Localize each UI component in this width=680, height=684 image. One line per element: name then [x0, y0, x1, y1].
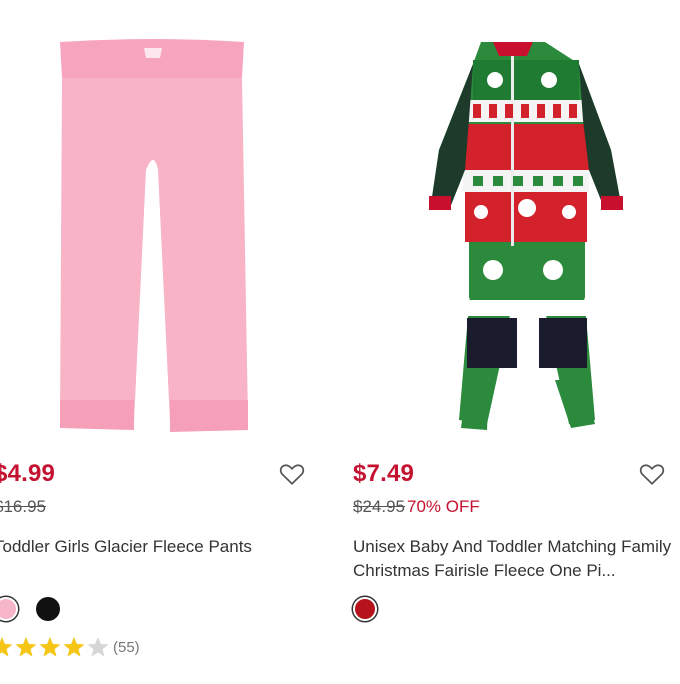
review-count[interactable]: (55)	[113, 639, 140, 656]
star-empty-icon	[87, 637, 109, 657]
original-price: $24.95	[353, 497, 405, 516]
onesie-illustration	[429, 42, 623, 430]
product-name[interactable]: Unisex Baby And Toddler Matching Family …	[353, 535, 680, 583]
heart-outline-icon[interactable]	[639, 462, 665, 486]
heart-outline-icon[interactable]	[279, 462, 305, 486]
swatch-red[interactable]	[353, 597, 377, 621]
discount-label: 70% OFF	[407, 497, 480, 516]
star-rating: (55)	[0, 636, 140, 660]
star-icon	[0, 637, 13, 657]
product-name[interactable]: Toddler Girls Glacier Fleece Pants	[0, 535, 252, 559]
original-price: $16.95	[0, 497, 46, 516]
swatch-pink[interactable]	[0, 597, 18, 621]
product-card[interactable]: $7.49 $24.95 70% OFF Unisex Baby And Todd…	[353, 0, 680, 684]
star-icon	[39, 637, 61, 657]
sale-price: $7.49	[353, 460, 415, 487]
sale-price: $4.99	[0, 460, 56, 487]
swatch-black[interactable]	[36, 597, 60, 621]
star-icon	[15, 637, 37, 657]
star-icon	[63, 637, 85, 657]
